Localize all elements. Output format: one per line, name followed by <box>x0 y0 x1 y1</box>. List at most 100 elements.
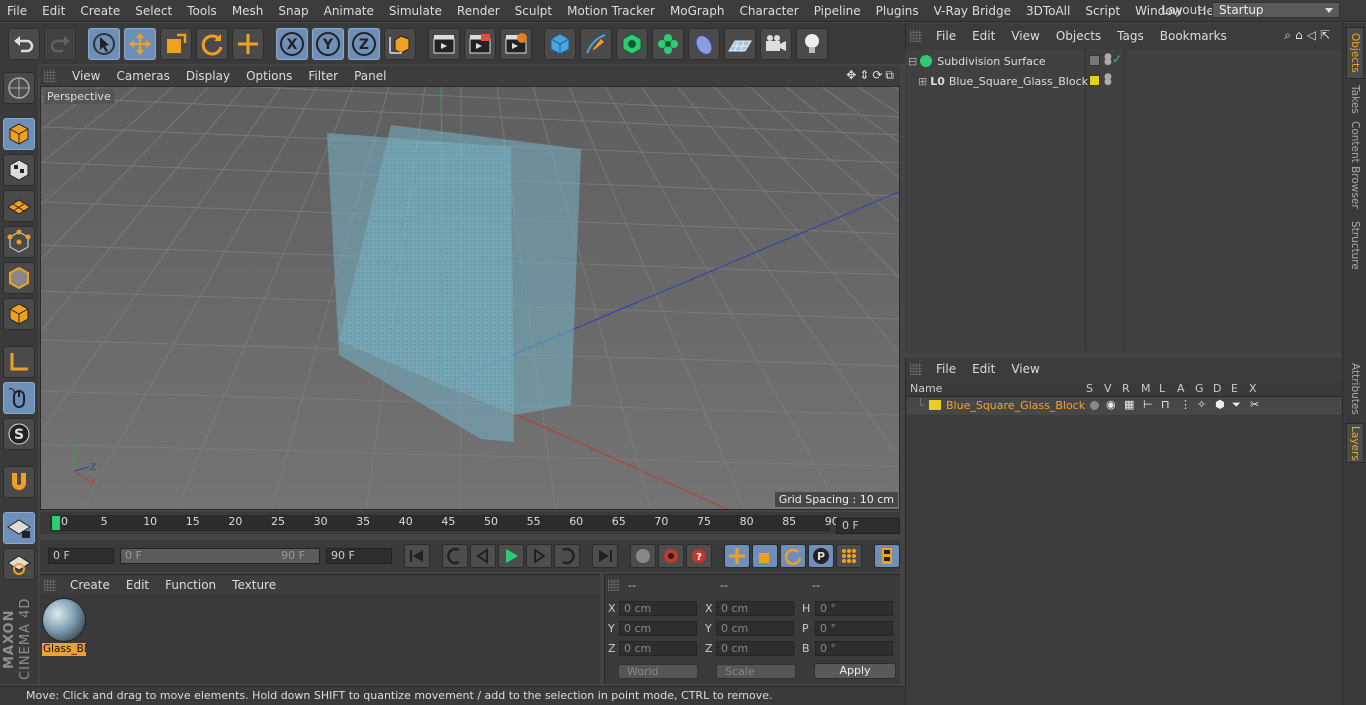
vp-menu-options[interactable]: Options <box>238 69 300 83</box>
viewport-camera-label[interactable]: Perspective <box>44 89 114 104</box>
light-icon[interactable] <box>796 27 828 60</box>
move-icon[interactable] <box>124 27 156 60</box>
vp-menu-panel[interactable]: Panel <box>346 69 394 83</box>
collapse-icon[interactable]: ⊟ <box>908 55 917 68</box>
vp-menu-filter[interactable]: Filter <box>300 69 346 83</box>
material-preview-sphere[interactable] <box>42 598 86 642</box>
panel-grip-icon[interactable] <box>608 579 620 591</box>
edges-mode-icon[interactable] <box>3 262 35 294</box>
edit-render-settings-icon[interactable] <box>500 27 532 60</box>
coordinate-system-icon[interactable] <box>384 27 416 60</box>
visibility-dots-icon[interactable]: ● ● <box>1104 73 1112 87</box>
mat-menu-function[interactable]: Function <box>157 578 224 592</box>
next-key-icon[interactable] <box>554 544 580 568</box>
menu-vray-bridge[interactable]: V-Ray Bridge <box>927 4 1019 18</box>
points-mode-icon[interactable] <box>3 226 35 258</box>
axis-mode-icon[interactable] <box>3 346 35 378</box>
menu-character[interactable]: Character <box>732 4 806 18</box>
animation-icon[interactable]: ⋮ <box>1180 398 1191 411</box>
timeline-window-icon[interactable] <box>874 544 900 568</box>
go-to-end-icon[interactable] <box>592 544 618 568</box>
panel-grip-icon[interactable] <box>910 30 922 42</box>
menu-create[interactable]: Create <box>73 4 128 18</box>
next-frame-icon[interactable] <box>526 544 552 568</box>
obj-menu-bookmarks[interactable]: Bookmarks <box>1152 29 1235 43</box>
polygons-mode-icon[interactable] <box>3 298 35 330</box>
dolly-icon[interactable]: ⇕ <box>859 68 869 83</box>
position-y-field[interactable]: 0 cm <box>619 621 697 636</box>
play-icon[interactable] <box>498 544 524 568</box>
obj-menu-file[interactable]: File <box>928 29 964 43</box>
enabled-check-icon[interactable]: ✓ <box>1112 52 1122 66</box>
menu-animate[interactable]: Animate <box>317 4 382 18</box>
col-xref[interactable]: X <box>1249 382 1257 395</box>
cube-icon[interactable] <box>544 27 576 60</box>
size-z-field[interactable]: 0 cm <box>716 641 794 656</box>
rotation-p-field[interactable]: 0 ° <box>815 621 893 636</box>
menu-snap[interactable]: Snap <box>271 4 316 18</box>
rotate-icon[interactable] <box>196 27 228 60</box>
menu-plugins[interactable]: Plugins <box>869 4 927 18</box>
material-name[interactable]: Glass_Bl <box>42 643 86 656</box>
position-z-field[interactable]: 0 cm <box>619 641 697 656</box>
col-solo[interactable]: S <box>1086 382 1093 395</box>
object-row[interactable]: ⊟ Subdivision Surface <box>908 51 1084 71</box>
end-frame-field[interactable]: 90 F <box>326 548 392 564</box>
col-animation[interactable]: A <box>1177 382 1185 395</box>
menu-motion-tracker[interactable]: Motion Tracker <box>560 4 663 18</box>
xref-icon[interactable]: ✂ <box>1250 398 1259 411</box>
cloner-icon[interactable] <box>652 27 684 60</box>
start-frame-field[interactable]: 0 F <box>48 548 114 564</box>
deformer-icon[interactable] <box>688 27 720 60</box>
autokey-icon[interactable] <box>658 544 684 568</box>
tab-content-browser[interactable]: Content Browser <box>1346 119 1364 211</box>
menu-script[interactable]: Script <box>1078 4 1128 18</box>
menu-select[interactable]: Select <box>128 4 180 18</box>
key-parameter-icon[interactable]: P <box>808 544 834 568</box>
col-deformers[interactable]: D <box>1213 382 1221 395</box>
rotation-h-field[interactable]: 0 ° <box>815 601 893 616</box>
col-name[interactable]: Name <box>910 382 942 395</box>
position-x-field[interactable]: 0 cm <box>619 601 697 616</box>
menu-edit[interactable]: Edit <box>35 4 73 18</box>
obj-menu-view[interactable]: View <box>1003 29 1047 43</box>
object-row[interactable]: ⊞ L0 Blue_Square_Glass_Block <box>918 71 1088 91</box>
y-axis-icon[interactable]: Y <box>312 27 344 60</box>
key-pla-icon[interactable] <box>836 544 862 568</box>
coordinate-mode-select[interactable]: World <box>618 664 698 679</box>
obj-menu-edit[interactable]: Edit <box>964 29 1003 43</box>
current-frame-field[interactable]: 0 F <box>836 518 900 534</box>
col-locked[interactable]: L <box>1159 382 1165 395</box>
obj-menu-objects[interactable]: Objects <box>1048 29 1109 43</box>
x-axis-icon[interactable]: X <box>276 27 308 60</box>
layer-menu-edit[interactable]: Edit <box>964 362 1003 376</box>
layer-name[interactable]: Blue_Square_Glass_Block <box>946 399 1085 412</box>
panel-grip-icon[interactable] <box>44 579 56 591</box>
live-selection-icon[interactable] <box>88 27 120 60</box>
go-to-start-icon[interactable] <box>404 544 430 568</box>
previous-frame-icon[interactable] <box>470 544 496 568</box>
tweak-mode-icon[interactable] <box>3 382 35 414</box>
scale-icon[interactable] <box>160 27 192 60</box>
col-render[interactable]: R <box>1122 382 1130 395</box>
panel-grip-icon[interactable] <box>910 363 922 375</box>
playhead[interactable] <box>52 516 60 530</box>
pan-icon[interactable]: ✥ <box>846 68 856 83</box>
snap-magnet-icon[interactable] <box>3 466 35 498</box>
manager-tree-icon[interactable]: ⊢ <box>1143 398 1153 411</box>
menu-mograph[interactable]: MoGraph <box>663 4 733 18</box>
key-rotation-icon[interactable] <box>780 544 806 568</box>
size-y-field[interactable]: 0 cm <box>716 621 794 636</box>
layer-color-icon[interactable] <box>1089 75 1100 86</box>
key-scale-icon[interactable] <box>752 544 778 568</box>
pen-icon[interactable] <box>580 27 612 60</box>
recent-tools-icon[interactable] <box>232 27 264 60</box>
layout-select[interactable]: Startup <box>1212 2 1340 18</box>
orbit-icon[interactable]: ⟳ <box>872 68 882 83</box>
apply-button[interactable]: Apply <box>814 663 896 679</box>
menu-tools[interactable]: Tools <box>180 4 225 18</box>
maximize-icon[interactable]: ⧉ <box>885 68 894 83</box>
subdivision-icon[interactable] <box>616 27 648 60</box>
col-view[interactable]: V <box>1104 382 1112 395</box>
tab-attributes[interactable]: Attributes <box>1346 359 1364 419</box>
